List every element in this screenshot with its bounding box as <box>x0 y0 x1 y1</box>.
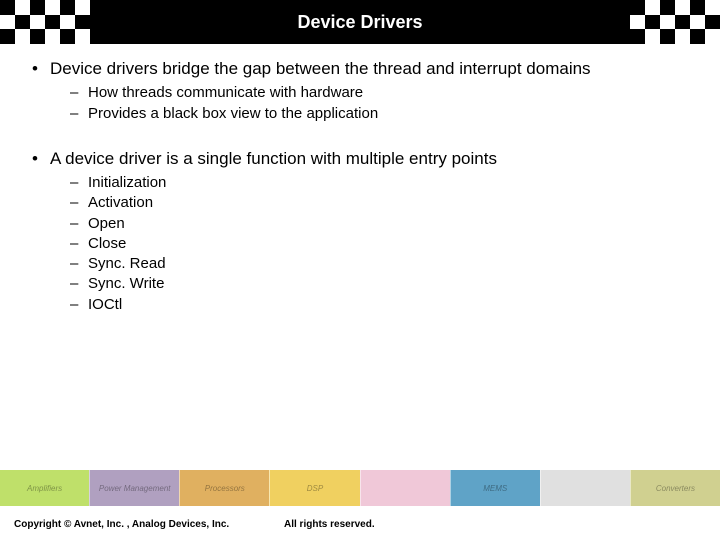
copyright-text: Copyright © Avnet, Inc. , Analog Devices… <box>14 519 229 530</box>
slide-title: Device Drivers <box>297 12 422 33</box>
footer-segment-label: MEMS <box>483 484 507 493</box>
footer-segment: DSP <box>269 470 359 506</box>
footer-segment <box>540 470 630 506</box>
slide: Device Drivers Device drivers bridge the… <box>0 0 720 540</box>
sub-bullet-item: Initialization <box>70 173 690 193</box>
sub-bullet-item: Activation <box>70 193 690 213</box>
bullet-text: Device drivers bridge the gap between th… <box>50 59 591 78</box>
sub-bullet-item: Close <box>70 234 690 254</box>
sub-bullet-item: Open <box>70 214 690 234</box>
footer-segment-label: Amplifiers <box>27 484 62 493</box>
checker-left-icon <box>0 0 90 44</box>
footer-segment-label: Converters <box>656 484 695 493</box>
footer-band: Amplifiers Power Management Processors D… <box>0 470 720 506</box>
slide-body: Device drivers bridge the gap between th… <box>0 44 720 315</box>
rights-text: All rights reserved. <box>284 519 375 530</box>
footer-segment: Amplifiers <box>0 470 89 506</box>
footer-segment-label: DSP <box>307 484 323 493</box>
bullet-list: A device driver is a single function wit… <box>30 148 690 315</box>
sub-bullet-item: Provides a black box view to the applica… <box>70 104 690 124</box>
checker-right-icon <box>630 0 720 44</box>
title-bar: Device Drivers <box>90 0 630 44</box>
sub-bullet-list: How threads communicate with hardware Pr… <box>70 83 690 124</box>
footer-segment <box>360 470 450 506</box>
slide-header: Device Drivers <box>0 0 720 44</box>
footer-segment: Processors <box>179 470 269 506</box>
bullet-item: Device drivers bridge the gap between th… <box>30 58 690 124</box>
sub-bullet-item: Sync. Write <box>70 274 690 294</box>
sub-bullet-list: Initialization Activation Open Close Syn… <box>70 173 690 315</box>
footer-segment: MEMS <box>450 470 540 506</box>
bullet-list: Device drivers bridge the gap between th… <box>30 58 690 124</box>
bullet-text: A device driver is a single function wit… <box>50 149 497 168</box>
footer-segment: Converters <box>630 470 720 506</box>
footer-segment-label: Processors <box>205 484 245 493</box>
sub-bullet-item: Sync. Read <box>70 254 690 274</box>
footer-segment-label: Power Management <box>99 484 171 493</box>
bullet-item: A device driver is a single function wit… <box>30 148 690 315</box>
footer-segment: Power Management <box>89 470 179 506</box>
footer-band-row: Amplifiers Power Management Processors D… <box>0 470 720 506</box>
sub-bullet-item: How threads communicate with hardware <box>70 83 690 103</box>
sub-bullet-item: IOCtl <box>70 295 690 315</box>
